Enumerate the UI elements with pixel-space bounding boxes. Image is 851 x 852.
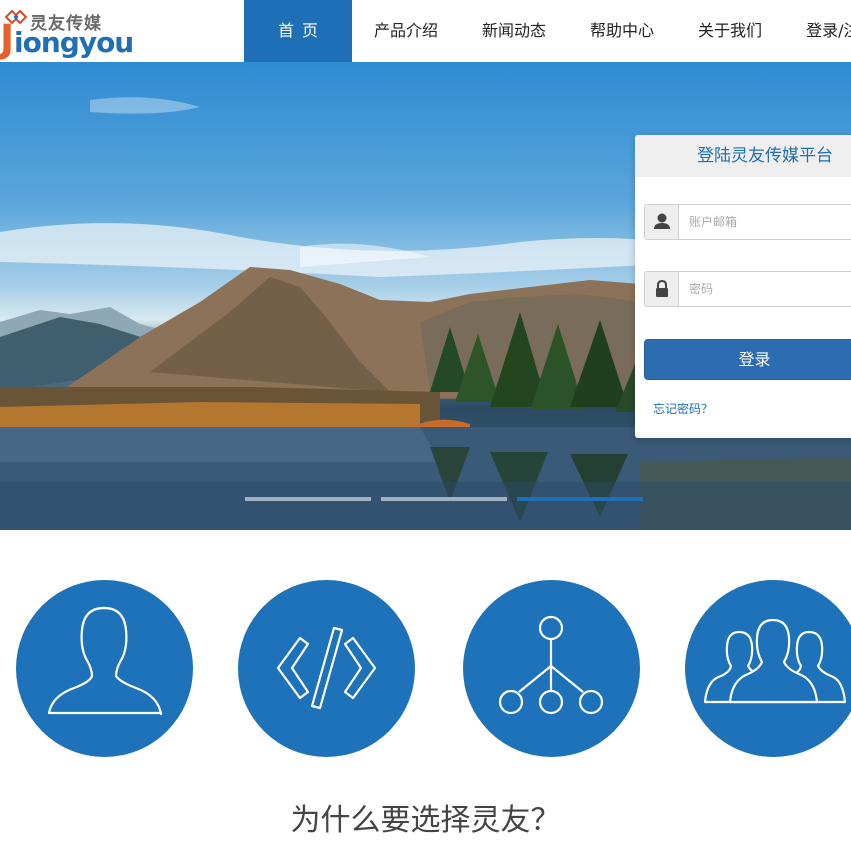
account-field xyxy=(644,204,851,240)
why-choose-heading: 为什么要选择灵友？ xyxy=(290,803,561,838)
nav-item-home[interactable]: 首页 xyxy=(244,0,352,62)
site-header: 灵友传媒 J iongyou 首页 产品介绍 新闻动态 帮助中心 关于我们 登录… xyxy=(0,0,851,62)
user-icon xyxy=(645,205,679,239)
nav-item-news[interactable]: 新闻动态 xyxy=(460,0,568,62)
logo-english-text: iongyou xyxy=(14,26,134,59)
login-submit-button[interactable]: 登录 xyxy=(644,339,851,380)
logo-initial: J xyxy=(0,17,15,61)
feature-circle-4[interactable] xyxy=(685,580,851,757)
password-input[interactable] xyxy=(689,272,851,306)
site-logo[interactable]: 灵友传媒 J iongyou xyxy=(0,4,135,60)
nav-item-login-register[interactable]: 登录/注册 xyxy=(784,0,851,62)
forgot-password-link[interactable]: 忘记密码？ xyxy=(653,400,713,417)
code-icon xyxy=(276,626,377,710)
network-icon xyxy=(498,615,604,715)
person-icon xyxy=(47,606,163,716)
nav-item-products[interactable]: 产品介绍 xyxy=(352,0,460,62)
slider-indicator-3[interactable] xyxy=(517,497,643,501)
nav-item-about[interactable]: 关于我们 xyxy=(676,0,784,62)
feature-circle-2[interactable] xyxy=(238,580,415,757)
slider-indicator-2[interactable] xyxy=(381,497,507,501)
lock-icon xyxy=(645,272,679,306)
feature-circle-3[interactable] xyxy=(463,580,640,757)
account-email-input[interactable] xyxy=(689,205,851,239)
main-nav: 首页 产品介绍 新闻动态 帮助中心 关于我们 登录/注册 xyxy=(244,0,851,62)
group-icon xyxy=(703,618,847,704)
password-field xyxy=(644,271,851,307)
slider-indicators xyxy=(245,497,643,501)
slider-indicator-1[interactable] xyxy=(245,497,371,501)
login-title: 登陆灵友传媒平台 xyxy=(635,135,851,177)
login-panel: 登陆灵友传媒平台 登录 忘记密码？ xyxy=(635,135,851,438)
nav-item-help[interactable]: 帮助中心 xyxy=(568,0,676,62)
feature-circle-1[interactable] xyxy=(16,580,193,757)
